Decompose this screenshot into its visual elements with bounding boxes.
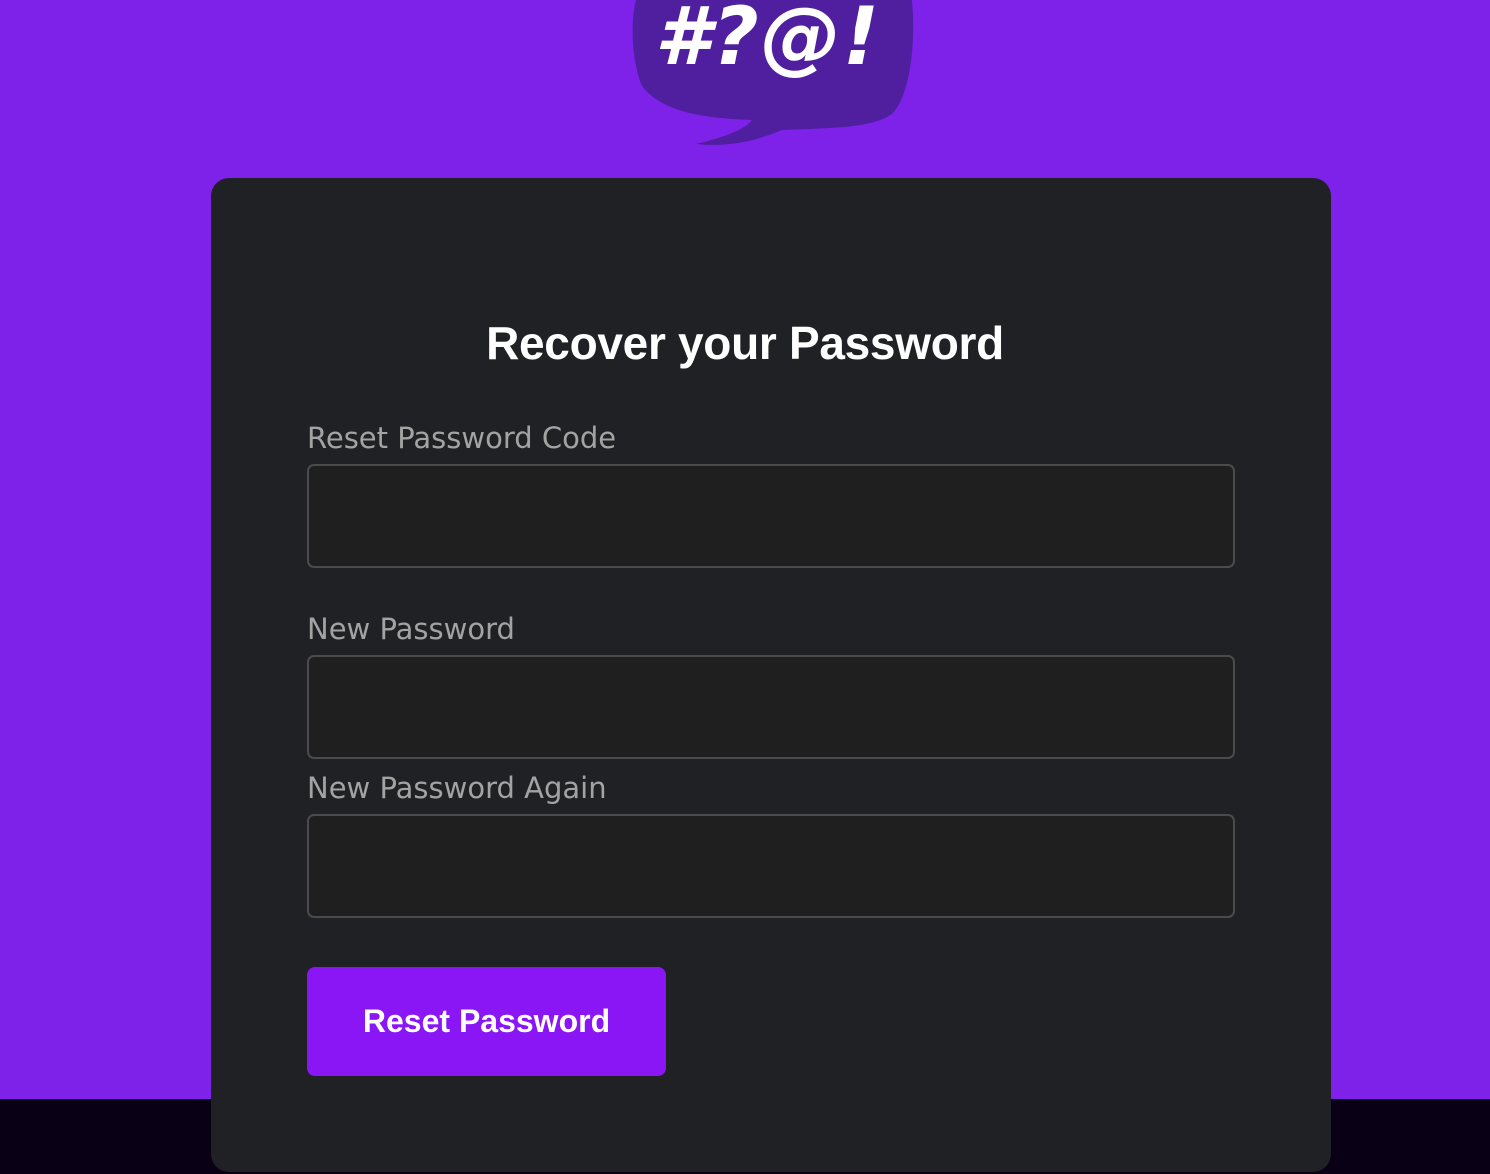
- reset-password-button[interactable]: Reset Password: [307, 967, 666, 1076]
- reset-code-label: Reset Password Code: [307, 421, 617, 455]
- speech-bubble-icon: #?@!: [632, 0, 914, 145]
- logo-text: #?@!: [655, 0, 882, 83]
- page-title: Recover your Password: [486, 317, 1004, 369]
- logo: #?@!: [632, 0, 914, 150]
- reset-code-input[interactable]: [307, 464, 1235, 568]
- new-password-again-label: New Password Again: [307, 771, 607, 805]
- new-password-input[interactable]: [307, 655, 1235, 759]
- new-password-again-input[interactable]: [307, 814, 1235, 918]
- new-password-label: New Password: [307, 612, 515, 646]
